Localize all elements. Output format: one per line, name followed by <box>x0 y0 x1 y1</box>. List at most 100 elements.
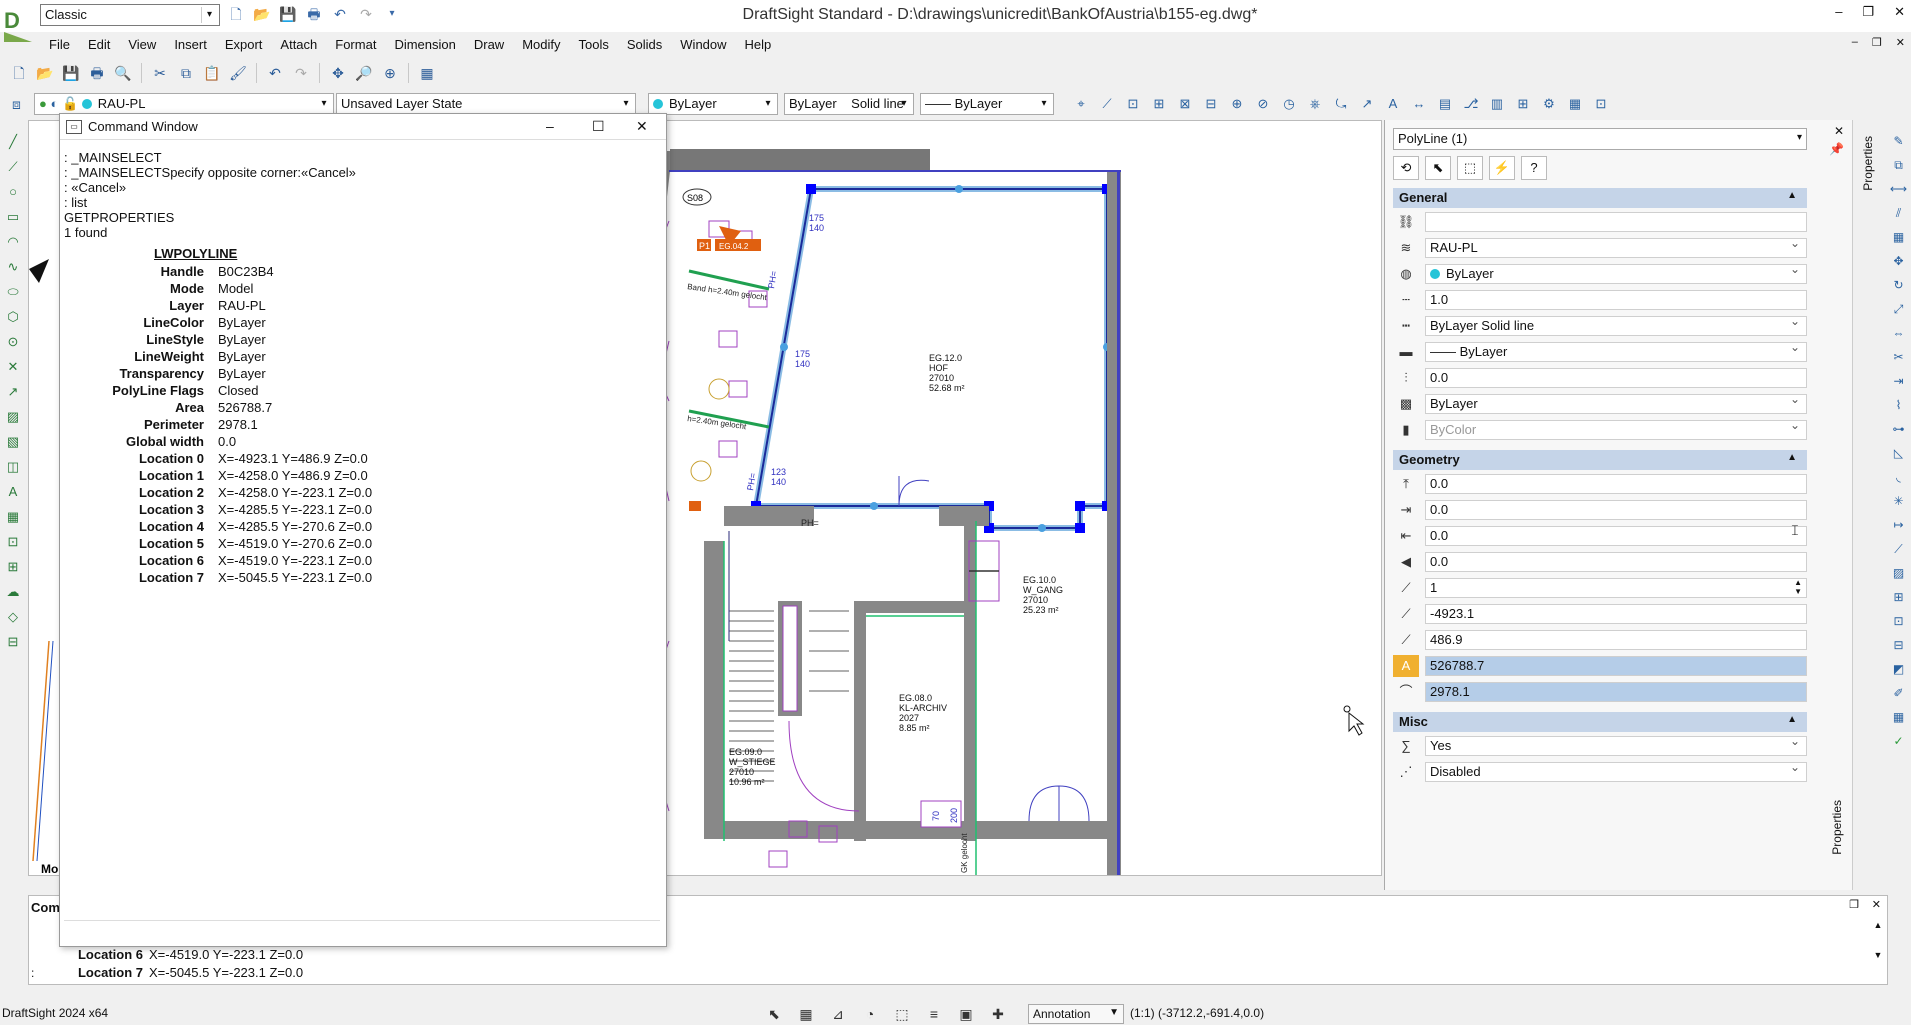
property-field[interactable]: 0.0 <box>1425 368 1807 388</box>
pan-icon[interactable]: ✥ <box>327 62 349 84</box>
layer-select[interactable]: ● ◐ 🔓 RAU-PL ▾ <box>34 93 334 115</box>
table-style-icon[interactable]: ▤ <box>1434 93 1456 115</box>
snap-tangent-icon[interactable]: ⊘ <box>1252 93 1274 115</box>
property-field[interactable]: 1 ▲ ▼ <box>1425 578 1807 598</box>
property-field[interactable]: ByLayer <box>1425 264 1807 284</box>
select-objects-icon[interactable]: ⬉ <box>1425 156 1451 180</box>
offset-icon[interactable]: ⫽ <box>1890 204 1908 222</box>
property-field[interactable]: -4923.1 <box>1425 604 1807 624</box>
wipeout-icon[interactable]: ◇ <box>3 607 23 627</box>
selection-filter[interactable]: PolyLine (1) ▾ <box>1393 128 1807 150</box>
maximize-button[interactable]: ❐ <box>1862 4 1874 20</box>
new-file-icon[interactable]: 🗋 <box>226 4 246 24</box>
move-icon[interactable]: ✥ <box>1890 252 1908 270</box>
undo-icon[interactable]: ↶ <box>330 4 350 24</box>
insert-icon[interactable]: ⊞ <box>3 557 23 577</box>
table-icon[interactable]: ▦ <box>3 507 23 527</box>
command-prompt[interactable]: : <box>31 966 34 980</box>
cut-icon[interactable]: ✂ <box>149 62 171 84</box>
close-button[interactable]: ✕ <box>636 118 648 135</box>
extend-icon[interactable]: ⇥ <box>1890 372 1908 390</box>
design-resources-icon[interactable]: ▦ <box>416 62 438 84</box>
edit-hatch-icon[interactable]: ▨ <box>1890 564 1908 582</box>
property-field[interactable]: 486.9 <box>1425 630 1807 650</box>
help-icon[interactable]: ? <box>1521 156 1547 180</box>
snap-nearest-icon[interactable]: ↗ <box>1356 93 1378 115</box>
property-field[interactable]: 0.0 <box>1425 500 1807 520</box>
property-field[interactable]: ByLayer <box>1425 394 1807 414</box>
quick-select-icon[interactable]: ⬚ <box>1457 156 1483 180</box>
menu-modify[interactable]: Modify <box>513 34 569 56</box>
join-icon[interactable]: ⊶ <box>1890 420 1908 438</box>
plot-style-icon[interactable]: ▥ <box>1486 93 1508 115</box>
select-similar-icon[interactable]: ⚡ <box>1489 156 1515 180</box>
menu-help[interactable]: Help <box>736 34 781 56</box>
trim-icon[interactable]: ✂ <box>1890 348 1908 366</box>
menu-edit[interactable]: Edit <box>79 34 119 56</box>
category-general[interactable]: General ▲ <box>1393 188 1807 208</box>
attribute-icon[interactable]: ⊟ <box>3 632 23 652</box>
property-field[interactable]: RAU-PL <box>1425 238 1807 258</box>
property-field[interactable]: ByColor <box>1425 420 1807 440</box>
paste-icon[interactable]: 📋 <box>201 62 223 84</box>
sheet-icon[interactable]: ▦ <box>1564 93 1586 115</box>
save-icon[interactable]: 💾 <box>60 62 82 84</box>
grid-toggle-icon[interactable]: ▦ <box>794 1003 818 1025</box>
property-field[interactable]: 526788.7 <box>1425 656 1807 676</box>
snap-parallel-icon[interactable]: ⎈ <box>1304 93 1326 115</box>
copy-icon[interactable]: ⧉ <box>175 62 197 84</box>
rectangle-icon[interactable]: ▭ <box>3 207 23 227</box>
panel-close-button[interactable]: ✕ <box>1834 124 1844 138</box>
property-field[interactable]: —— ByLayer <box>1425 342 1807 362</box>
format-painter-icon[interactable]: 🖌 <box>227 62 249 84</box>
workspace-select[interactable]: Classic ▾ <box>40 4 220 26</box>
fill-icon[interactable]: ◩ <box>1890 660 1908 678</box>
property-field[interactable]: Yes <box>1425 736 1807 756</box>
sketch-icon[interactable]: ✐ <box>1890 684 1908 702</box>
text-style-icon[interactable]: A <box>1382 93 1404 115</box>
new-icon[interactable]: 🗋 <box>8 62 30 84</box>
spline-icon[interactable]: ∿ <box>3 257 23 277</box>
property-field[interactable]: 1.0 <box>1425 290 1807 310</box>
annotation-scale-select[interactable]: Annotation ▼ <box>1028 1004 1124 1024</box>
circle-icon[interactable]: ○ <box>3 182 23 202</box>
block-icon[interactable]: ⊡ <box>3 532 23 552</box>
menu-tools[interactable]: Tools <box>570 34 618 56</box>
snap-perpendicular-icon[interactable]: ◷ <box>1278 93 1300 115</box>
snap-intersection-icon[interactable]: ⊠ <box>1174 93 1196 115</box>
redo-icon[interactable]: ↷ <box>290 62 312 84</box>
property-field[interactable]: ByLayer Solid line <box>1425 316 1807 336</box>
multileader-icon[interactable]: ⎇ <box>1460 93 1482 115</box>
menu-draw[interactable]: Draw <box>465 34 513 56</box>
menu-view[interactable]: View <box>119 34 165 56</box>
snap-endpoint-icon[interactable]: ⌖ <box>1070 93 1092 115</box>
property-field[interactable] <box>1425 212 1807 232</box>
etrack-toggle-icon[interactable]: ≡ <box>922 1003 946 1025</box>
property-field[interactable]: Disabled <box>1425 762 1807 782</box>
menu-attach[interactable]: Attach <box>271 34 326 56</box>
menu-format[interactable]: Format <box>326 34 385 56</box>
property-field[interactable]: 0.0 <box>1425 552 1807 572</box>
break-icon[interactable]: ⌇ <box>1890 396 1908 414</box>
erase-icon[interactable]: ✎ <box>1890 132 1908 150</box>
mirror-icon[interactable]: ⟷ <box>1890 180 1908 198</box>
polygon-icon[interactable]: ⬡ <box>3 307 23 327</box>
grid-icon[interactable]: ▦ <box>1890 708 1908 726</box>
linestyle-select[interactable]: ByLayer Solid line ▾ <box>784 93 914 115</box>
redo-icon[interactable]: ↷ <box>356 4 376 24</box>
snap-center-icon[interactable]: ⊕ <box>1226 93 1248 115</box>
menu-solids[interactable]: Solids <box>618 34 671 56</box>
property-field[interactable]: 0.0 <box>1425 474 1807 494</box>
ortho-toggle-icon[interactable]: ⊿ <box>826 1003 850 1025</box>
pin-icon[interactable]: 📌 <box>1829 142 1844 156</box>
align-icon[interactable]: ⊞ <box>1890 588 1908 606</box>
toggle-pickadd-icon[interactable]: ⟲ <box>1393 156 1419 180</box>
close-icon[interactable]: ✕ <box>1872 898 1881 911</box>
property-field[interactable]: 2978.1 <box>1425 682 1807 702</box>
text-icon[interactable]: A <box>3 482 23 502</box>
ellipse-icon[interactable]: ⬭ <box>3 282 23 302</box>
model-tab[interactable]: Mo <box>41 862 58 876</box>
command-input[interactable] <box>64 920 660 938</box>
undo-icon[interactable]: ↶ <box>264 62 286 84</box>
stretch-icon[interactable]: ⇔ <box>1890 324 1908 342</box>
